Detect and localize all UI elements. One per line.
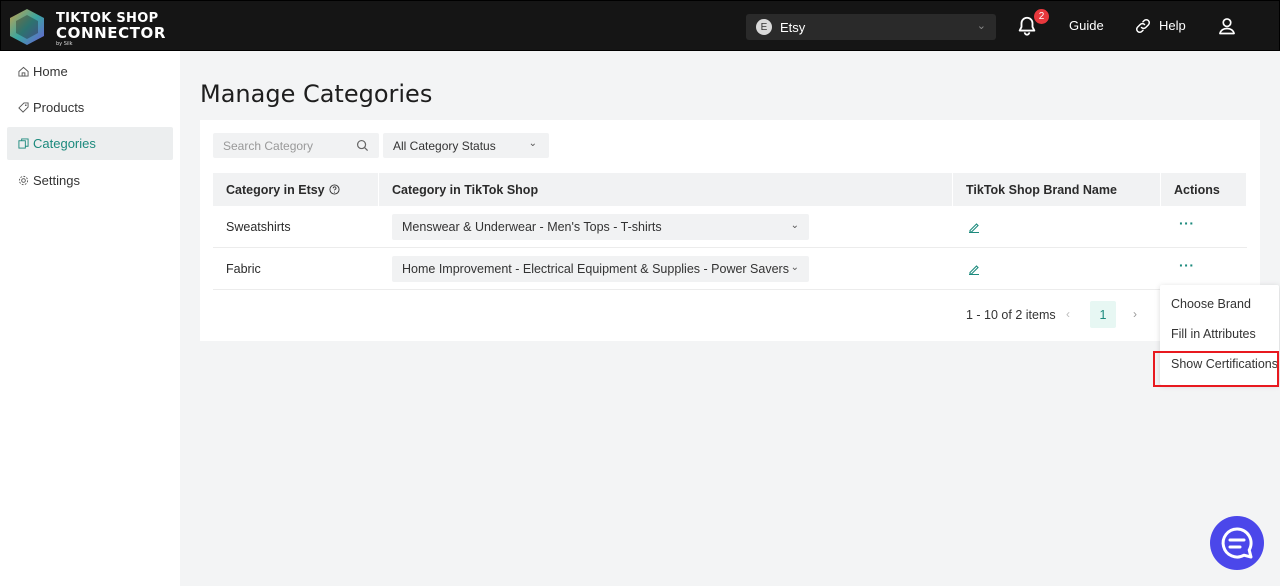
column-header-actions: Actions <box>1161 173 1247 206</box>
table-row: Fabric Home Improvement - Electrical Equ… <box>213 248 1247 290</box>
highlight-box <box>1153 351 1279 387</box>
store-initial-badge: E <box>756 19 772 35</box>
edit-icon[interactable] <box>968 221 980 233</box>
home-icon <box>18 66 29 77</box>
more-actions-icon[interactable]: ··· <box>1179 257 1195 273</box>
search-placeholder: Search Category <box>223 138 314 153</box>
page-number-button[interactable]: 1 <box>1090 301 1116 328</box>
sidebar: Home Products Categories Settings <box>0 51 180 586</box>
sidebar-item-label: Categories <box>33 136 96 151</box>
etsy-category-cell: Fabric <box>226 262 261 276</box>
pagination-summary: 1 - 10 of 2 items <box>966 308 1056 322</box>
page-title: Manage Categories <box>200 80 433 108</box>
chat-button[interactable] <box>1210 516 1264 570</box>
column-header-label: Category in Etsy <box>226 182 325 197</box>
menu-item-choose-brand[interactable]: Choose Brand <box>1171 297 1251 311</box>
categories-card: Search Category All Category Status ⌄ Ca… <box>200 120 1260 341</box>
copy-icon <box>18 138 29 149</box>
store-name: Etsy <box>780 19 806 35</box>
column-header-brand-name: TikTok Shop Brand Name <box>953 173 1161 206</box>
tiktok-category-select[interactable]: Home Improvement - Electrical Equipment … <box>392 256 809 282</box>
etsy-category-cell: Sweatshirts <box>226 220 291 234</box>
sidebar-item-label: Settings <box>33 173 80 188</box>
user-icon[interactable] <box>1217 16 1237 36</box>
next-page-icon[interactable]: › <box>1133 307 1137 321</box>
search-icon[interactable] <box>356 139 369 152</box>
tiktok-category-value: Menswear & Underwear - Men's Tops - T-sh… <box>402 220 662 234</box>
tiktok-category-value: Home Improvement - Electrical Equipment … <box>402 262 789 276</box>
search-input[interactable]: Search Category <box>213 133 379 158</box>
link-icon[interactable] <box>1134 17 1152 35</box>
sidebar-item-settings[interactable]: Settings <box>7 164 173 197</box>
brand-line-2: CONNECTOR <box>56 24 167 42</box>
category-status-select[interactable]: All Category Status ⌄ <box>383 133 549 158</box>
chevron-down-icon: ⌄ <box>528 138 537 149</box>
category-status-value: All Category Status <box>393 138 496 153</box>
chat-icon <box>1221 527 1253 559</box>
tiktok-category-select[interactable]: Menswear & Underwear - Men's Tops - T-sh… <box>392 214 809 240</box>
chevron-down-icon: ⌄ <box>790 220 799 231</box>
store-select[interactable]: E Etsy ⌄ <box>746 14 996 40</box>
sidebar-item-products[interactable]: Products <box>7 91 173 124</box>
app-logo-icon[interactable] <box>7 7 47 47</box>
column-header-etsy-category: Category in Etsy <box>213 173 379 206</box>
sidebar-item-categories[interactable]: Categories <box>7 127 173 160</box>
previous-page-icon[interactable]: ‹ <box>1066 307 1070 321</box>
help-circle-icon[interactable] <box>329 184 340 195</box>
table-row: Sweatshirts Menswear & Underwear - Men's… <box>213 206 1247 248</box>
sidebar-item-label: Home <box>33 64 68 79</box>
sidebar-item-label: Products <box>33 100 85 115</box>
menu-item-fill-attributes[interactable]: Fill in Attributes <box>1171 327 1256 341</box>
app-logo-text: TIKTOK SHOP CONNECTOR by Silk <box>56 11 166 47</box>
help-link[interactable]: Help <box>1159 18 1186 33</box>
top-bar: TIKTOK SHOP CONNECTOR by Silk E Etsy ⌄ 2… <box>0 0 1280 51</box>
notification-count-badge: 2 <box>1034 9 1049 24</box>
tag-icon <box>18 102 29 113</box>
chevron-down-icon: ⌄ <box>790 262 799 273</box>
chevron-down-icon: ⌄ <box>976 20 986 32</box>
guide-link[interactable]: Guide <box>1069 18 1104 33</box>
edit-icon[interactable] <box>968 263 980 275</box>
column-header-tiktok-category: Category in TikTok Shop <box>379 173 953 206</box>
more-actions-icon[interactable]: ··· <box>1179 215 1195 231</box>
sidebar-item-home[interactable]: Home <box>7 55 173 88</box>
gear-icon <box>18 175 29 186</box>
